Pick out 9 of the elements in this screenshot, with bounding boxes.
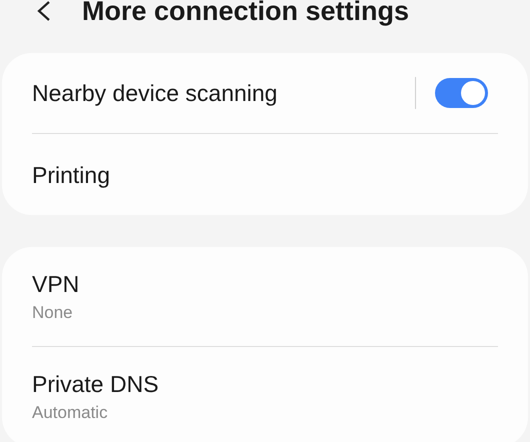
back-icon[interactable] [36,0,52,22]
setting-title: Private DNS [32,370,160,399]
setting-title: Nearby device scanning [32,79,278,108]
setting-title: Printing [32,160,111,190]
setting-value: Automatic [32,402,109,424]
setting-title: VPN [32,270,80,298]
toggle-switch[interactable] [435,78,488,108]
page-title: More connection settings [82,0,410,26]
setting-value: None [32,302,74,324]
